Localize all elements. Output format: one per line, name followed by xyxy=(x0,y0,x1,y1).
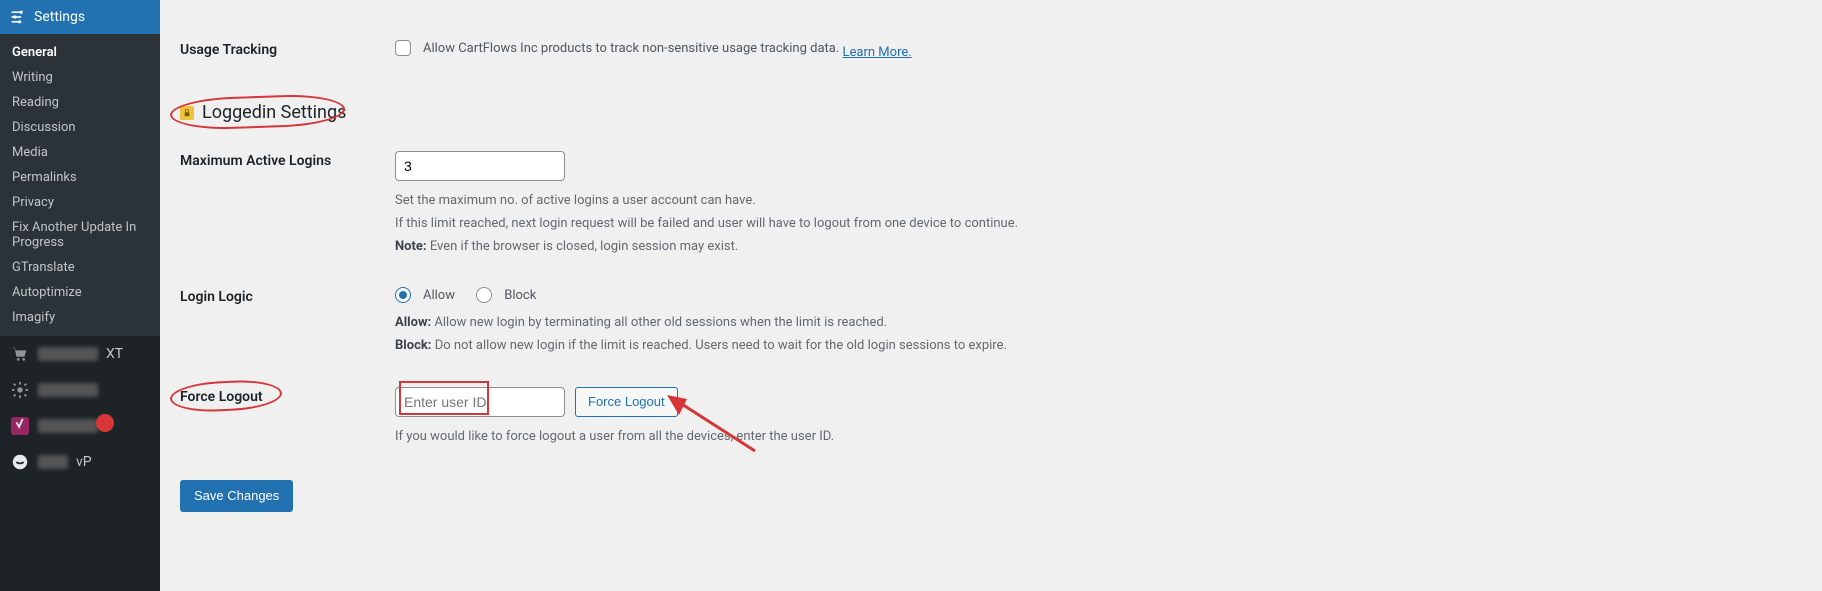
login-logic-allow-text: Allow xyxy=(423,288,455,303)
sidebar-item-redacted-1[interactable]: XT xyxy=(0,336,160,372)
redacted-label xyxy=(38,419,98,433)
section-heading-text: Loggedin Settings xyxy=(202,102,346,123)
usage-tracking-text: Allow CartFlows Inc products to track no… xyxy=(423,41,839,56)
notification-dot-icon xyxy=(96,414,114,432)
block-desc-text: Do not allow new login if the limit is r… xyxy=(431,338,1006,353)
max-logins-input[interactable] xyxy=(395,151,565,181)
allow-desc-label: Allow: xyxy=(395,315,431,330)
sidebar-submenu: General Writing Reading Discussion Media… xyxy=(0,34,160,336)
sidebar-item-redacted-4[interactable]: vP xyxy=(0,444,160,480)
redacted-label xyxy=(38,347,98,361)
usage-tracking-checkbox[interactable] xyxy=(395,40,411,56)
force-logout-button[interactable]: Force Logout xyxy=(575,387,678,417)
sidebar-menu-settings[interactable]: Settings xyxy=(0,0,160,34)
sidebar-item-reading[interactable]: Reading xyxy=(0,90,160,115)
force-logout-label: Force Logout xyxy=(180,389,263,405)
redacted-suffix: vP xyxy=(76,454,92,470)
save-changes-button[interactable]: Save Changes xyxy=(180,480,293,512)
sidebar-menu-settings-label: Settings xyxy=(34,9,85,25)
login-logic-block-radio[interactable] xyxy=(476,287,492,303)
sidebar-item-redacted-3[interactable] xyxy=(0,408,160,444)
force-logout-desc: If you would like to force logout a user… xyxy=(395,427,1802,448)
yoast-icon xyxy=(10,416,30,436)
block-desc-label: Block: xyxy=(395,338,431,353)
login-logic-allow-radio[interactable] xyxy=(395,287,411,303)
sidebar-item-imagify[interactable]: Imagify xyxy=(0,305,160,330)
sidebar-item-general[interactable]: General xyxy=(0,40,160,65)
sidebar-item-privacy[interactable]: Privacy xyxy=(0,190,160,215)
lock-icon xyxy=(180,106,194,120)
max-logins-label: Maximum Active Logins xyxy=(180,151,395,169)
sidebar-item-gtranslate[interactable]: GTranslate xyxy=(0,255,160,280)
force-logout-userid-input[interactable] xyxy=(395,387,565,417)
max-logins-note-label: Note: xyxy=(395,239,427,254)
sidebar-item-fix-update[interactable]: Fix Another Update In Progress xyxy=(0,215,160,255)
login-logic-block-text: Block xyxy=(504,288,536,303)
redacted-suffix: XT xyxy=(106,346,123,362)
allow-desc-text: Allow new login by terminating all other… xyxy=(431,315,887,330)
sidebar-item-discussion[interactable]: Discussion xyxy=(0,115,160,140)
cart-icon xyxy=(10,344,30,364)
redacted-label xyxy=(38,383,98,397)
circle-icon xyxy=(10,452,30,472)
sliders-icon xyxy=(10,9,26,25)
sidebar-item-writing[interactable]: Writing xyxy=(0,65,160,90)
sidebar-item-autoptimize[interactable]: Autoptimize xyxy=(0,280,160,305)
max-logins-desc2: If this limit reached, next login reques… xyxy=(395,214,1802,235)
sidebar-item-media[interactable]: Media xyxy=(0,140,160,165)
login-logic-label: Login Logic xyxy=(180,287,395,305)
loggedin-settings-heading: Loggedin Settings xyxy=(180,102,1802,123)
max-logins-desc1: Set the maximum no. of active logins a u… xyxy=(395,191,1802,212)
admin-sidebar: Settings General Writing Reading Discuss… xyxy=(0,0,160,591)
redacted-label xyxy=(38,455,68,469)
settings-main: Usage Tracking Allow CartFlows Inc produ… xyxy=(160,0,1822,591)
max-logins-note-text: Even if the browser is closed, login ses… xyxy=(427,239,739,254)
sidebar-item-permalinks[interactable]: Permalinks xyxy=(0,165,160,190)
usage-tracking-label: Usage Tracking xyxy=(180,40,395,58)
gear-icon xyxy=(10,380,30,400)
learn-more-link[interactable]: Learn More. xyxy=(843,45,912,60)
sidebar-item-redacted-2[interactable] xyxy=(0,372,160,408)
